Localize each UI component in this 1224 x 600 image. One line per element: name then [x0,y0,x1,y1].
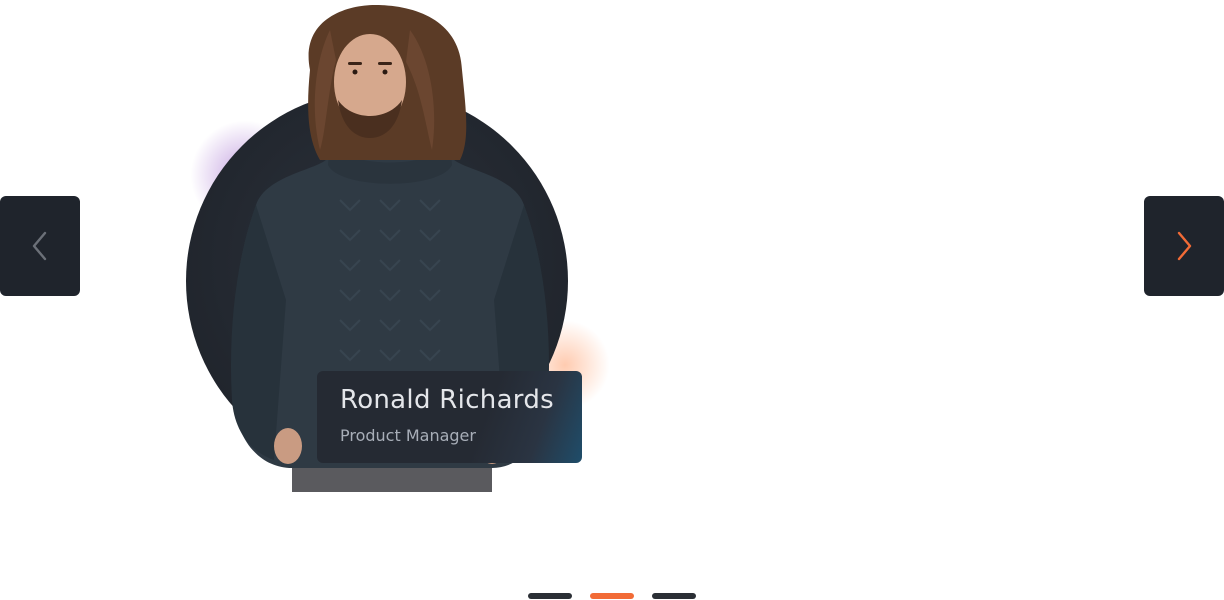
chevron-left-icon [32,231,47,261]
chevron-right-icon [1177,231,1192,261]
profile-slide: Ronald Richards Product Manager [170,0,610,500]
next-slide-button[interactable] [1144,196,1224,296]
testimonial-slider: Ronald Richards Product Manager [0,0,1224,600]
pagination-dot-2-active[interactable] [590,593,634,599]
pagination-dot-1[interactable] [528,593,572,599]
profile-role: Product Manager [340,426,476,445]
previous-slide-button[interactable] [0,196,80,296]
profile-name: Ronald Richards [340,385,554,415]
pagination-dot-3[interactable] [652,593,696,599]
profile-name-card: Ronald Richards Product Manager [317,371,582,463]
